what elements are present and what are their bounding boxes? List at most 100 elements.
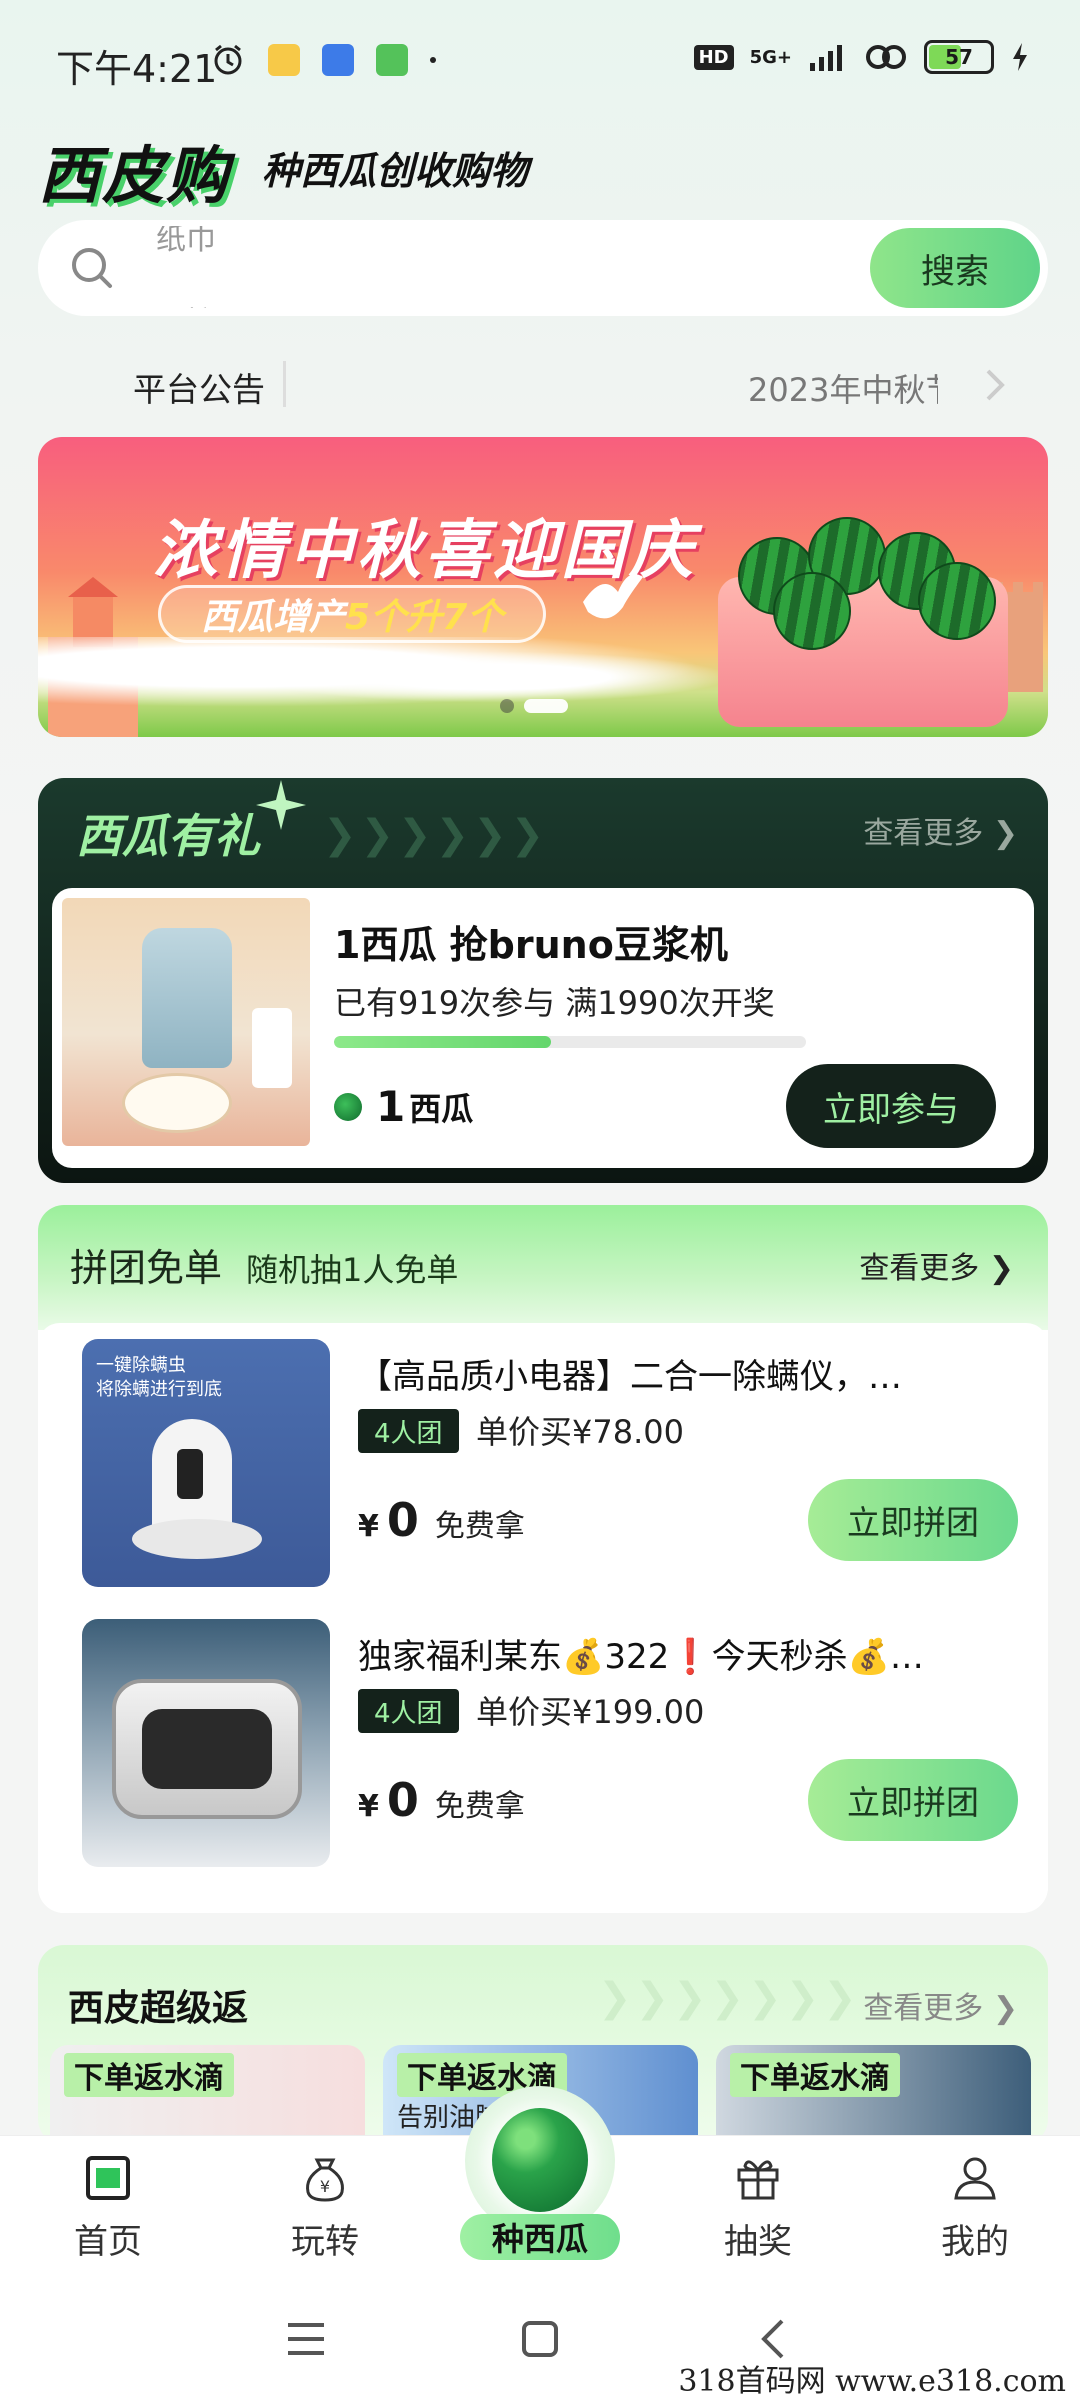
- group-item-title: 【高品质小电器】二合一除螨仪，…: [358, 1357, 902, 1397]
- group-buy-more-link[interactable]: 查看更多 ❯: [859, 1243, 1014, 1287]
- group-buy-section: 拼团免单 随机抽1人免单 查看更多 ❯ 一键除螨虫 将除螨进行到底 【高品质小电…: [38, 1205, 1048, 1913]
- notice-label: 平台公告: [133, 370, 265, 409]
- banner-pill-prefix: 西瓜增产: [201, 597, 346, 638]
- group-price: ¥ 0 免费拿: [358, 1493, 525, 1547]
- super-more-label: 查看更多: [863, 1991, 984, 2026]
- gift-item-name: 1西瓜 抢bruno豆浆机: [334, 923, 728, 967]
- chevron-right-icon[interactable]: [984, 367, 1008, 403]
- chat-app-icon: [322, 44, 354, 76]
- search-hint-next: 眼控: [156, 298, 216, 308]
- soymilk-maker-image: [62, 898, 310, 1146]
- currency-symbol: ¥: [358, 1789, 379, 1824]
- group-item-title: 独家福利某东💰322❗今天秒杀💰…: [358, 1637, 924, 1677]
- card-label: 下单返水滴: [730, 2053, 900, 2097]
- gift-card[interactable]: 1西瓜 抢bruno豆浆机 已有919次参与 满1990次开奖 1 西瓜 立即参…: [52, 888, 1034, 1168]
- image-caption-2: 将除螨进行到底: [96, 1379, 222, 1400]
- group-buy-list: 一键除螨虫 将除螨进行到底 【高品质小电器】二合一除螨仪，… 4人团 单价买¥7…: [38, 1323, 1048, 1913]
- watermelon-icon: [773, 572, 851, 650]
- home-square-icon[interactable]: [516, 2315, 564, 2363]
- watermelon-gift-section: 西瓜有礼 ❯❯❯❯❯❯ 查看更多 ❯ 1西瓜 抢bruno豆浆机 已有919次参…: [38, 778, 1048, 1183]
- super-return-title: 西皮超级返: [68, 1988, 249, 2029]
- arrows-decoration: ❯❯❯❯❯❯: [323, 812, 549, 858]
- gift-price: 1 西瓜: [334, 1082, 473, 1131]
- platform-notice[interactable]: 平台公告 2023年中秋节: [38, 355, 1048, 415]
- gift-section-title: 西瓜有礼: [76, 809, 260, 863]
- notification-icons: [210, 42, 436, 78]
- carousel-indicator: [500, 699, 568, 713]
- charging-icon: [1013, 43, 1027, 71]
- notice-divider: [283, 361, 286, 407]
- gift-progress-fill: [334, 1036, 552, 1048]
- money-bag-icon: ¥: [306, 2158, 344, 2202]
- status-time: 下午4:21: [56, 47, 218, 91]
- milk-glass: [252, 1008, 292, 1088]
- price-value: 0: [386, 1773, 419, 1827]
- system-navigation: 318首码网 www.e318.com: [0, 2275, 1080, 2400]
- nav-mine[interactable]: 我的: [905, 2154, 1045, 2263]
- nav-lottery[interactable]: 抽奖: [688, 2154, 828, 2263]
- super-return-card[interactable]: 下单返水滴: [50, 2045, 365, 2145]
- gift-more-link[interactable]: 查看更多 ❯: [863, 808, 1018, 852]
- super-more-link[interactable]: 查看更多 ❯: [863, 1983, 1018, 2027]
- watermelon-icon: [492, 2108, 588, 2212]
- group-price: ¥ 0 免费拿: [358, 1773, 525, 1827]
- free-label: 免费拿: [434, 1789, 525, 1824]
- join-group-button[interactable]: 立即拼团: [808, 1479, 1018, 1561]
- nav-mine-label: 我的: [941, 2222, 1009, 2262]
- join-group-button[interactable]: 立即拼团: [808, 1759, 1018, 1841]
- system-status: HD 5G+ 57: [693, 40, 1030, 74]
- bottom-navigation: 首页 ¥ 玩转 种西瓜 抽奖 我的: [0, 2086, 1080, 2275]
- unit-price: 单价买¥199.00: [476, 1693, 705, 1731]
- gift-box-icon: [737, 2160, 779, 2200]
- promo-banner[interactable]: 浓情中秋喜迎国庆 西瓜增产 5个升7个: [38, 437, 1048, 737]
- nav-center-label: 种西瓜: [460, 2214, 620, 2260]
- device-base: [132, 1519, 262, 1559]
- status-bar: 下午4:21 HD 5G+ 57: [0, 0, 1080, 120]
- gift-price-unit: 西瓜: [409, 1089, 474, 1128]
- super-return-card[interactable]: 下单返水滴: [716, 2045, 1031, 2145]
- gift-price-number: 1: [376, 1082, 406, 1131]
- gift-more-label: 查看更多: [863, 816, 984, 851]
- plate: [122, 1073, 232, 1133]
- group-item[interactable]: 独家福利某东💰322❗今天秒杀💰… 4人团 单价买¥199.00 ¥ 0 免费拿…: [38, 1603, 1048, 1867]
- card-label: 下单返水滴: [64, 2053, 234, 2097]
- carousel-dot-active: [524, 699, 568, 713]
- currency-symbol: ¥: [358, 1509, 379, 1544]
- group-size-badge: 4人团: [358, 1409, 459, 1453]
- device-window: [177, 1449, 203, 1499]
- battery-icon: 57: [924, 40, 994, 74]
- search-icon: [72, 248, 112, 288]
- app-logo: 西皮购: [38, 139, 231, 212]
- menu-icon[interactable]: [282, 2315, 330, 2363]
- search-bar[interactable]: 纸巾 眼控 搜索: [38, 220, 1048, 316]
- banner-pill-highlight: 5个升7个: [345, 597, 504, 638]
- gift-participation-stats: 已有919次参与 满1990次开奖: [334, 984, 775, 1022]
- notice-text[interactable]: 2023年中秋节: [748, 365, 938, 411]
- price-value: 0: [386, 1493, 419, 1547]
- nav-home[interactable]: 首页: [38, 2154, 178, 2263]
- network-label: 5G+: [749, 46, 792, 68]
- search-hint-previous: 纸巾: [156, 222, 216, 257]
- link-icon: [866, 45, 906, 69]
- mite-remover-image: 一键除螨虫 将除螨进行到底: [82, 1339, 330, 1587]
- nav-home-label: 首页: [74, 2222, 142, 2262]
- free-label: 免费拿: [434, 1509, 525, 1544]
- banner-subtitle-pill: 西瓜增产 5个升7个: [158, 585, 547, 643]
- unit-price: 单价买¥78.00: [476, 1413, 684, 1451]
- nav-plant-watermelon[interactable]: 种西瓜: [460, 2086, 620, 2260]
- watermelon-icon: [918, 562, 996, 640]
- user-icon: [954, 2157, 996, 2200]
- nav-play-label: 玩转: [291, 2222, 359, 2262]
- more-dot-icon: [430, 57, 436, 63]
- alarm-icon: [214, 44, 242, 75]
- game-app-icon: [376, 44, 408, 76]
- arrows-decoration: ❯❯❯❯❯❯❯: [598, 1975, 861, 2021]
- image-caption-1: 一键除螨虫: [96, 1355, 186, 1376]
- home-icon: [86, 2156, 130, 2200]
- nav-play[interactable]: ¥ 玩转: [255, 2154, 395, 2263]
- join-now-button[interactable]: 立即参与: [786, 1064, 996, 1148]
- app-slogan: 种西瓜创收购物: [262, 149, 529, 193]
- group-item[interactable]: 一键除螨虫 将除螨进行到底 【高品质小电器】二合一除螨仪，… 4人团 单价买¥7…: [38, 1323, 1048, 1587]
- group-buy-subtitle: 随机抽1人免单: [246, 1251, 459, 1289]
- search-button[interactable]: 搜索: [870, 228, 1040, 308]
